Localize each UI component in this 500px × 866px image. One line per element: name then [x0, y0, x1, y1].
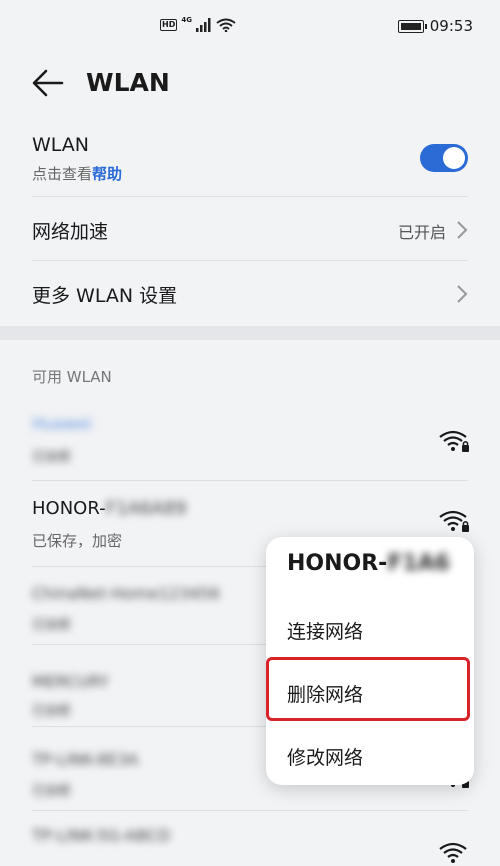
network-status: 已加密	[32, 784, 72, 799]
network-name-suffix: F1A6A89	[105, 498, 187, 519]
network-status: 已加密	[32, 618, 72, 633]
context-menu-title-suffix: F1A6	[387, 551, 450, 576]
network-name: Huawei	[32, 414, 92, 433]
section-gap	[0, 326, 500, 340]
network-name: ChinaNet-Home123456	[32, 584, 220, 603]
network-status: 已加密	[32, 704, 72, 719]
signal-icon	[195, 18, 211, 32]
network-name: TP-LINK-5G-ABCD	[32, 826, 171, 845]
network-name-prefix: HONOR-	[32, 498, 106, 519]
wlan-toggle-row[interactable]: WLAN 点击查看帮助	[0, 116, 500, 198]
network-status: 已加密	[32, 450, 72, 465]
context-menu-title: HONOR-F1A6	[287, 551, 450, 576]
battery-icon	[397, 19, 427, 33]
switch-knob	[443, 147, 465, 169]
clock: 09:53	[429, 17, 473, 35]
divider	[32, 480, 468, 481]
network-name: HONOR-F1A6A89	[32, 498, 186, 519]
network-item[interactable]: Huawei 已加密	[0, 408, 500, 480]
wlan-switch[interactable]	[420, 144, 468, 172]
connect-network-menu-item[interactable]: 连接网络	[287, 617, 363, 644]
settings-section: WLAN 点击查看帮助 网络加速 已开启 更多 WLAN 设置	[0, 116, 500, 326]
more-settings-title: 更多 WLAN 设置	[32, 285, 178, 307]
divider	[32, 260, 468, 261]
highlight-annotation	[266, 657, 470, 721]
header: WLAN	[0, 56, 500, 116]
help-link[interactable]: 帮助	[92, 165, 122, 183]
chevron-right-icon	[457, 221, 468, 239]
wifi-lock-icon	[439, 842, 467, 863]
wlan-title: WLAN	[32, 134, 90, 156]
wifi-lock-icon	[439, 430, 469, 452]
network-name: MERCURY	[32, 672, 109, 691]
modify-network-menu-item[interactable]: 修改网络	[287, 743, 363, 770]
wifi-status-icon	[216, 18, 236, 32]
status-bar: HD 4G 09:53	[0, 0, 500, 56]
divider	[32, 196, 468, 197]
context-menu-title-prefix: HONOR-	[287, 551, 388, 576]
section-label: 可用 WLAN	[32, 368, 112, 386]
chevron-right-icon	[457, 285, 468, 303]
status-icons: HD 4G	[160, 16, 236, 32]
wifi-lock-icon	[439, 510, 469, 532]
wlan-subtitle-text: 点击查看	[32, 165, 93, 183]
wlan-subtitle: 点击查看帮助	[32, 163, 122, 184]
network-type: 4G	[181, 16, 192, 24]
divider	[32, 810, 468, 811]
network-item[interactable]: TP-LINK-5G-ABCD	[0, 812, 500, 866]
status-right: 09:53	[397, 17, 473, 35]
network-status: 已保存，加密	[32, 532, 123, 550]
network-accel-title: 网络加速	[32, 221, 109, 243]
more-settings-row[interactable]: 更多 WLAN 设置	[0, 262, 500, 324]
network-accel-row[interactable]: 网络加速 已开启	[0, 198, 500, 260]
page-title: WLAN	[86, 68, 170, 97]
network-accel-value: 已开启	[397, 223, 446, 242]
hd-badge: HD	[160, 19, 178, 31]
back-arrow-icon[interactable]	[30, 68, 66, 98]
network-name: TP-LINK-8E3A	[32, 750, 139, 769]
